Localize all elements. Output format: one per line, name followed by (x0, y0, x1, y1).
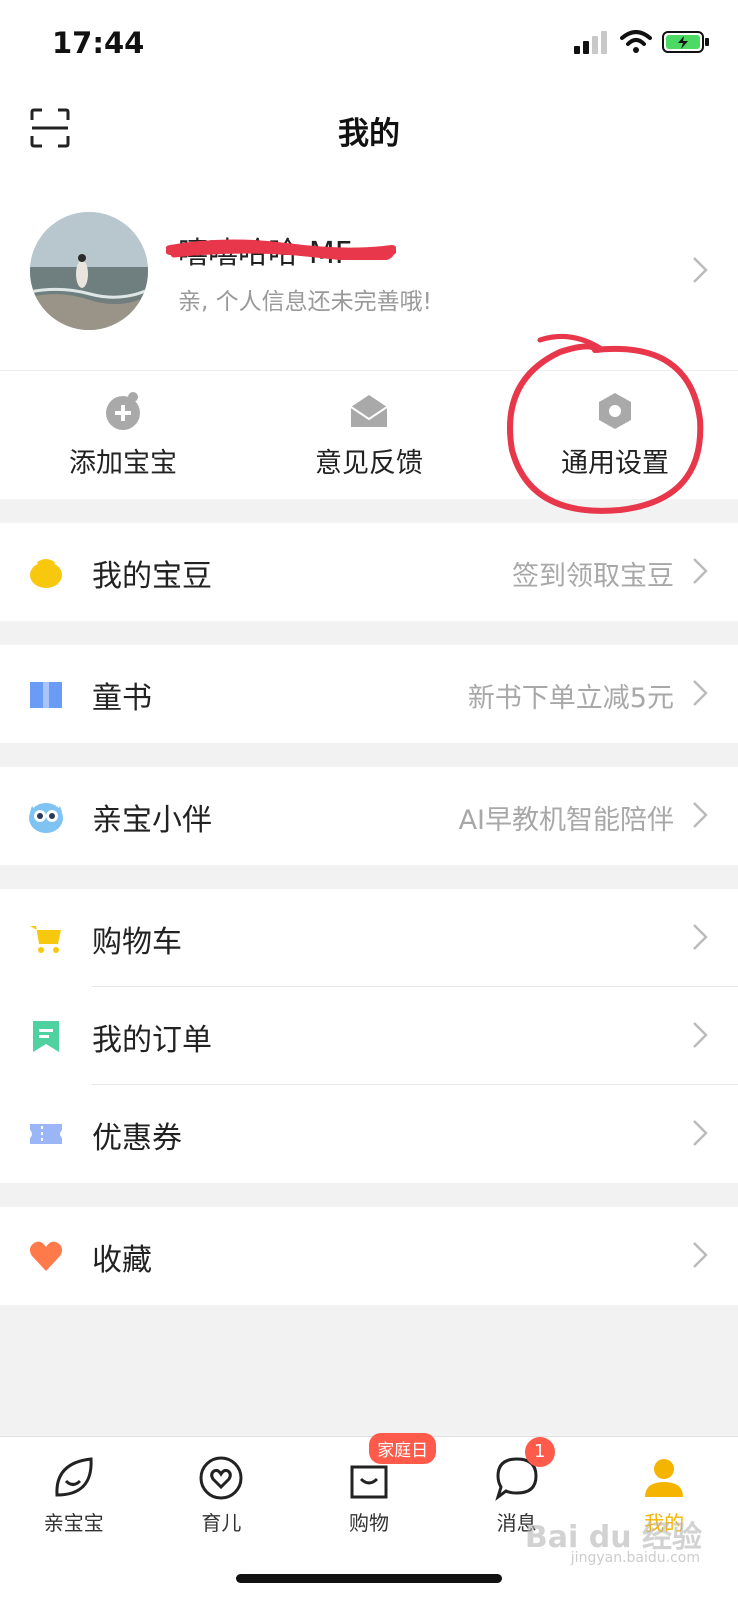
cart-icon (30, 926, 61, 953)
add-baby-icon (106, 392, 140, 430)
avatar[interactable] (30, 212, 148, 330)
favorites-section: 收藏 (0, 1207, 738, 1305)
tab-label: 亲宝宝 (43, 1511, 104, 1535)
family-day-badge: 家庭日 (369, 1433, 437, 1464)
coupon-icon (30, 1124, 62, 1144)
cart-row[interactable]: 购物车 (0, 889, 738, 987)
beans-hint: 签到领取宝豆 (512, 561, 674, 592)
message-count-badge: 1 (524, 1437, 555, 1467)
chevron-right-icon (693, 802, 708, 828)
order-bookmark-icon (33, 1021, 59, 1052)
orders-row[interactable]: 我的订单 (0, 987, 738, 1085)
quick-actions: 添加宝宝 意见反馈 通用设置 (0, 370, 738, 499)
heart-icon (29, 1241, 63, 1271)
general-settings-button[interactable]: 通用设置 (492, 371, 738, 499)
favorites-label: 收藏 (92, 1243, 152, 1278)
owl-robot-icon (29, 803, 63, 833)
feedback-label: 意见反馈 (315, 448, 423, 479)
heart-circle-icon (199, 1456, 243, 1500)
companion-hint: AI早教机智能陪伴 (458, 805, 674, 836)
companion-section: 亲宝小伴 AI早教机智能陪伴 (0, 767, 738, 865)
cart-label: 购物车 (92, 925, 182, 960)
leaf-face-icon (55, 1457, 93, 1497)
tab-qinbaobao[interactable]: 亲宝宝 (0, 1437, 148, 1601)
battery-icon (662, 31, 709, 53)
status-icons (574, 30, 710, 54)
tab-label: 育儿 (201, 1511, 242, 1535)
books-row[interactable]: 童书 新书下单立减5元 (0, 645, 738, 743)
settings-icon (599, 393, 631, 429)
beans-section: 我的宝豆 签到领取宝豆 (0, 523, 738, 621)
chevron-right-icon (693, 257, 708, 283)
watermark-url: jingyan.baidu.com (570, 1550, 700, 1566)
tab-label: 购物 (348, 1511, 389, 1535)
home-indicator (236, 1574, 502, 1583)
books-label: 童书 (92, 681, 152, 716)
bean-icon (30, 559, 62, 588)
nav-bar: 我的 (0, 90, 738, 170)
profile-card[interactable]: 嘻嘻哈哈-MF 亲, 个人信息还未完善哦! (0, 170, 738, 370)
page-title: 我的 (338, 116, 400, 152)
beans-label: 我的宝豆 (92, 559, 212, 594)
chevron-right-icon (693, 680, 708, 706)
user-icon (645, 1459, 684, 1497)
signal-icon (574, 31, 607, 54)
chevron-right-icon (693, 1242, 708, 1268)
orders-label: 我的订单 (92, 1023, 212, 1058)
shopping-section: 购物车 我的订单 优惠券 (0, 889, 738, 1183)
books-hint: 新书下单立减5元 (467, 683, 674, 714)
avatar-photo-icon (30, 212, 148, 330)
coupons-label: 优惠券 (92, 1121, 182, 1156)
chevron-right-icon (693, 558, 708, 584)
profile-subtitle: 亲, 个人信息还未完善哦! (178, 289, 432, 315)
chevron-right-icon (693, 1022, 708, 1048)
status-bar: 17:44 (0, 0, 738, 90)
companion-label: 亲宝小伴 (92, 803, 212, 838)
chevron-right-icon (693, 1120, 708, 1146)
mail-icon (350, 395, 388, 427)
companion-row[interactable]: 亲宝小伴 AI早教机智能陪伴 (0, 767, 738, 865)
add-baby-label: 添加宝宝 (69, 448, 177, 479)
status-time: 17:44 (52, 26, 145, 60)
wifi-icon (620, 30, 652, 53)
feedback-button[interactable]: 意见反馈 (246, 371, 492, 499)
books-section: 童书 新书下单立减5元 (0, 645, 738, 743)
general-settings-label: 通用设置 (561, 448, 669, 479)
beans-row[interactable]: 我的宝豆 签到领取宝豆 (0, 523, 738, 621)
favorites-row[interactable]: 收藏 (0, 1207, 738, 1305)
book-icon (30, 682, 62, 708)
name-redaction-scribble (166, 239, 396, 260)
coupons-row[interactable]: 优惠券 (0, 1085, 738, 1183)
chevron-right-icon (693, 924, 708, 950)
add-baby-button[interactable]: 添加宝宝 (0, 371, 246, 499)
